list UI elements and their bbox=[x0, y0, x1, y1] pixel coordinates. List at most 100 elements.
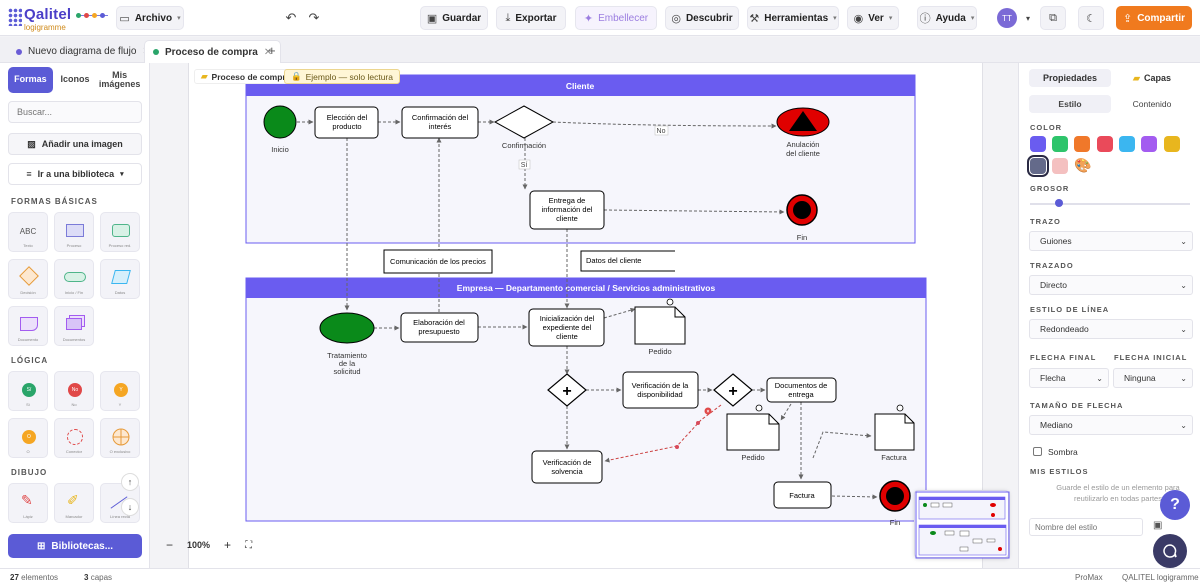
shadow-checkbox[interactable] bbox=[1033, 447, 1042, 456]
chat-fab-button[interactable] bbox=[1153, 534, 1187, 568]
share-button[interactable]: ⇪ Compartir bbox=[1116, 6, 1192, 30]
node-verif-disp-line2: disponibilidad bbox=[637, 390, 682, 399]
zoom-out-button[interactable]: − bbox=[166, 538, 173, 552]
node-elaboracion-line1: Elaboración del bbox=[413, 318, 465, 327]
tab-new-flowchart[interactable]: Nuevo diagrama de flujo ✕ bbox=[8, 40, 159, 63]
redo-button[interactable]: ↷ bbox=[305, 6, 323, 30]
node-inicializacion-line2: expediente del bbox=[543, 323, 592, 332]
color-swatch-slate-selected[interactable] bbox=[1027, 155, 1049, 177]
app-logo[interactable]: Qalitel logigramme bbox=[8, 4, 108, 32]
chevron-down-icon: ▾ bbox=[177, 15, 181, 22]
tab-icons[interactable]: Iconos bbox=[53, 67, 98, 93]
fit-screen-icon[interactable]: ⛶ bbox=[245, 540, 252, 551]
logic-no[interactable]: No No bbox=[54, 371, 94, 411]
dark-mode-button[interactable]: ☾ bbox=[1078, 6, 1104, 30]
undo-button[interactable]: ↶ bbox=[282, 6, 300, 30]
view-menu-button[interactable]: ◉ Ver ▾ bbox=[847, 6, 899, 30]
libraries-button[interactable]: ⊞ Bibliotecas... bbox=[8, 534, 142, 558]
export-button[interactable]: ⤓ Exportar bbox=[496, 6, 566, 30]
tab-dot-icon bbox=[153, 49, 159, 55]
diagram-canvas[interactable]: Cliente Empresa — Departamento comercial… bbox=[160, 63, 1015, 568]
subtab-style[interactable]: Estilo bbox=[1029, 95, 1111, 113]
color-swatch-green[interactable] bbox=[1052, 136, 1068, 152]
tab-shapes[interactable]: Formas bbox=[8, 67, 53, 93]
start-arrow-select[interactable]: Ninguna ⌄ bbox=[1113, 368, 1193, 388]
edge-handle[interactable] bbox=[675, 445, 679, 449]
go-library-button[interactable]: ≡ Ir a una biblioteca ▾ bbox=[8, 163, 142, 185]
tab-layers[interactable]: ▰ Capas bbox=[1111, 69, 1193, 87]
stroke-select[interactable]: Guiones ⌄ bbox=[1029, 231, 1193, 251]
shape-data[interactable]: Datos bbox=[100, 259, 140, 299]
logic-xor[interactable]: O exclusivo bbox=[100, 418, 140, 458]
shape-document[interactable]: Documento bbox=[8, 306, 48, 346]
edge-handle[interactable] bbox=[696, 421, 700, 425]
arrow-size-select[interactable]: Mediano ⌄ bbox=[1029, 415, 1193, 435]
thickness-slider-track[interactable] bbox=[1030, 203, 1190, 205]
subtab-content[interactable]: Contenido bbox=[1111, 95, 1193, 113]
node-tratamiento[interactable] bbox=[319, 312, 375, 344]
scroll-up-button[interactable]: ↑ bbox=[121, 473, 139, 491]
logic-connector[interactable]: Conector bbox=[54, 418, 94, 458]
color-swatch-purple[interactable] bbox=[1141, 136, 1157, 152]
draw-pen-tool[interactable]: ✎ Lápiz bbox=[8, 483, 48, 523]
node-inicio[interactable] bbox=[263, 105, 297, 139]
style-name-input[interactable] bbox=[1029, 518, 1143, 536]
add-image-button[interactable]: ▨ Añadir una imagen bbox=[8, 133, 142, 155]
logic-and[interactable]: Y Y bbox=[100, 371, 140, 411]
add-tab-button[interactable]: + bbox=[268, 43, 276, 58]
shape-process[interactable]: Proceso bbox=[54, 212, 94, 252]
zoom-in-button[interactable]: + bbox=[224, 538, 231, 552]
beautify-button[interactable]: ✦ Embellecer bbox=[575, 6, 657, 30]
flowchart-diagram[interactable]: Cliente Empresa — Departamento comercial… bbox=[189, 63, 984, 568]
node-factura-doc[interactable] bbox=[874, 413, 915, 451]
custom-color-palette-icon[interactable]: 🎨 bbox=[1074, 157, 1091, 174]
present-button[interactable]: ⧉ bbox=[1040, 6, 1066, 30]
color-swatch-orange[interactable] bbox=[1074, 136, 1090, 152]
discover-button[interactable]: ◎ Descubrir bbox=[665, 6, 739, 30]
shape-multi-document[interactable]: Documentos bbox=[54, 306, 94, 346]
shape-start-end[interactable]: Inicio / Fin bbox=[54, 259, 94, 299]
help-fab-button[interactable]: ? bbox=[1160, 490, 1190, 520]
tool-label: Marcador bbox=[65, 514, 83, 519]
node-factura-marker bbox=[896, 404, 904, 412]
color-swatch-blue[interactable] bbox=[1119, 136, 1135, 152]
end-arrow-select[interactable]: Flecha ⌄ bbox=[1029, 368, 1109, 388]
node-pedido-doc[interactable] bbox=[634, 306, 686, 345]
logo-subtitle: logigramme bbox=[24, 23, 66, 32]
color-swatch-pink[interactable] bbox=[1052, 158, 1068, 174]
line-style-select[interactable]: Redondeado ⌄ bbox=[1029, 319, 1193, 339]
color-swatch-yellow[interactable] bbox=[1164, 136, 1180, 152]
document-shape-icon bbox=[20, 317, 38, 331]
tab-my-images[interactable]: Mis imágenes bbox=[97, 67, 142, 93]
draw-marker-tool[interactable]: ✐ Marcador bbox=[54, 483, 94, 523]
image-icon: ▨ bbox=[27, 138, 36, 149]
scroll-down-button[interactable]: ↓ bbox=[121, 498, 139, 516]
logic-yes[interactable]: Sí Sí bbox=[8, 371, 48, 411]
minimap[interactable] bbox=[914, 490, 1010, 559]
tools-menu-button[interactable]: ⚒ Herramientas ▾ bbox=[747, 6, 839, 30]
shape-rounded-process[interactable]: Proceso red. bbox=[100, 212, 140, 252]
tab-purchase-process[interactable]: Proceso de compra ✕ bbox=[144, 40, 282, 63]
thickness-slider-handle[interactable] bbox=[1055, 199, 1063, 207]
shape-text[interactable]: ABC Texto bbox=[8, 212, 48, 252]
user-avatar[interactable]: TT bbox=[997, 8, 1017, 28]
color-swatch-red[interactable] bbox=[1097, 136, 1113, 152]
layers-icon: ▰ bbox=[1133, 72, 1140, 83]
color-swatch-indigo[interactable] bbox=[1030, 136, 1046, 152]
save-style-button[interactable]: ▣ bbox=[1153, 520, 1162, 531]
logic-or[interactable]: O O bbox=[8, 418, 48, 458]
save-button[interactable]: ▣ Guardar bbox=[420, 6, 488, 30]
shape-decision[interactable]: Decisión bbox=[8, 259, 48, 299]
wrench-icon: ⚒ bbox=[749, 12, 760, 25]
help-menu-button[interactable]: ⓘ Ayuda ▾ bbox=[917, 6, 977, 30]
routing-select[interactable]: Directo ⌄ bbox=[1029, 275, 1193, 295]
beautify-label: Embellecer bbox=[598, 12, 649, 24]
shape-search-input[interactable] bbox=[8, 101, 142, 123]
archivo-menu-button[interactable]: ▭ Archivo ▾ bbox=[116, 6, 184, 30]
tab-properties[interactable]: Propiedades bbox=[1029, 69, 1111, 87]
avatar-menu-chevron[interactable]: ▾ bbox=[1022, 6, 1034, 30]
shapes-panel: Formas Iconos Mis imágenes ▨ Añadir una … bbox=[0, 63, 150, 568]
diagram-page[interactable]: Cliente Empresa — Departamento comercial… bbox=[188, 63, 983, 568]
node-pedido-doc-2[interactable] bbox=[726, 413, 780, 451]
trazo-label: TRAZO bbox=[1030, 217, 1061, 226]
